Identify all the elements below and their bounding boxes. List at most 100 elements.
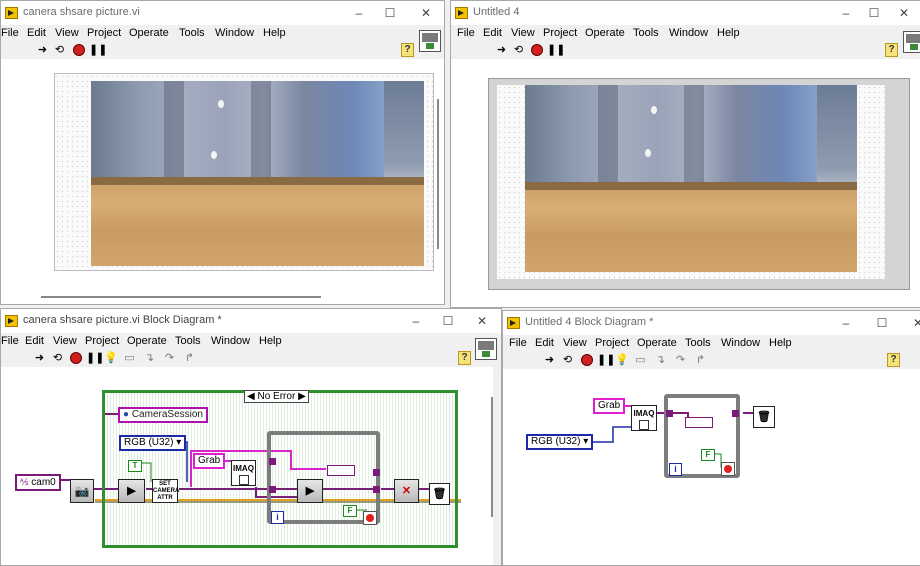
false-constant[interactable]: F: [343, 505, 357, 517]
menu-project[interactable]: Project: [543, 27, 577, 39]
menu-tools[interactable]: Tools: [179, 27, 205, 39]
grab-string-constant[interactable]: Grab: [593, 398, 626, 414]
menu-view[interactable]: View: [55, 27, 79, 39]
menu-project[interactable]: Project: [87, 27, 121, 39]
run-continuously-icon[interactable]: ⟲: [53, 44, 66, 57]
step-out-icon[interactable]: ↱: [183, 352, 196, 365]
close-icon[interactable]: ✕: [413, 3, 439, 23]
set-camera-attribute-vi[interactable]: SET CAMERA ATTR: [152, 479, 179, 503]
vertical-scrollbar[interactable]: [437, 99, 439, 249]
imaqdx-configure-grab-vi[interactable]: ▶: [118, 479, 145, 503]
abort-icon[interactable]: [72, 44, 85, 57]
imaq-create-vi[interactable]: IMAQ: [231, 460, 256, 486]
imaq-dispose-vi[interactable]: 🗑: [429, 483, 450, 505]
menu-view[interactable]: View: [511, 27, 535, 39]
highlight-execution-icon[interactable]: 💡: [104, 352, 118, 365]
run-continuously-icon[interactable]: ⟲: [561, 354, 574, 367]
camera-session-refnum[interactable]: ● CameraSession: [118, 407, 208, 423]
abort-icon[interactable]: [580, 354, 593, 367]
horizontal-scrollbar[interactable]: [41, 296, 321, 298]
maximize-icon[interactable]: ☐: [377, 3, 403, 23]
run-arrow-icon[interactable]: ➜: [495, 44, 508, 57]
minimize-icon[interactable]: –: [403, 311, 429, 331]
abort-icon[interactable]: [69, 352, 82, 365]
image-type-enum[interactable]: RGB (U32) ▾: [526, 434, 594, 450]
step-out-icon[interactable]: ↱: [694, 354, 707, 367]
close-icon[interactable]: ✕: [469, 311, 495, 331]
menu-project[interactable]: Project: [595, 337, 629, 349]
menu-view[interactable]: View: [53, 335, 77, 347]
highlight-execution-icon[interactable]: 💡: [615, 354, 629, 367]
imaq-dispose-vi[interactable]: 🗑: [753, 406, 775, 428]
menu-file[interactable]: File: [509, 337, 527, 349]
maximize-icon[interactable]: ☐: [869, 313, 895, 333]
image-indicator-terminal[interactable]: [327, 465, 355, 476]
menu-help[interactable]: Help: [717, 27, 740, 39]
menu-window[interactable]: Window: [721, 337, 760, 349]
run-continuously-icon[interactable]: ⟲: [512, 44, 525, 57]
step-over-icon[interactable]: ↷: [163, 352, 176, 365]
case-prev-icon[interactable]: ◀: [247, 391, 255, 402]
menu-help[interactable]: Help: [769, 337, 792, 349]
image-type-enum[interactable]: RGB (U32) ▾: [119, 435, 187, 451]
pause-icon[interactable]: ❚❚: [86, 352, 104, 365]
imaq-create-vi[interactable]: IMAQ: [631, 405, 657, 431]
step-into-icon[interactable]: ↴: [654, 354, 667, 367]
menu-file[interactable]: File: [1, 335, 19, 347]
menu-window[interactable]: Window: [669, 27, 708, 39]
retain-wire-values-icon[interactable]: ▭: [634, 354, 647, 367]
dropdown-arrow-icon[interactable]: ▾: [583, 436, 588, 447]
abort-icon[interactable]: [530, 44, 543, 57]
pause-icon[interactable]: ❚❚: [89, 44, 107, 57]
run-arrow-icon[interactable]: ➜: [36, 44, 49, 57]
menu-operate[interactable]: Operate: [129, 27, 169, 39]
loop-condition-terminal[interactable]: [721, 462, 735, 476]
maximize-icon[interactable]: ☐: [861, 3, 887, 23]
maximize-icon[interactable]: ☐: [435, 311, 461, 331]
menu-window[interactable]: Window: [211, 335, 250, 347]
menu-window[interactable]: Window: [215, 27, 254, 39]
run-continuously-icon[interactable]: ⟲: [51, 352, 64, 365]
context-help-icon[interactable]: ?: [885, 43, 898, 57]
menu-edit[interactable]: Edit: [483, 27, 502, 39]
menu-edit[interactable]: Edit: [27, 27, 46, 39]
step-over-icon[interactable]: ↷: [674, 354, 687, 367]
imaqdx-open-camera-vi[interactable]: 📷: [70, 479, 94, 503]
camera-name-constant[interactable]: ⅍ cam0: [15, 474, 61, 491]
close-icon[interactable]: ✕: [891, 3, 917, 23]
loop-condition-terminal[interactable]: [363, 511, 377, 525]
dropdown-arrow-icon[interactable]: ▾: [176, 437, 181, 448]
case-selector-label[interactable]: ◀ No Error ▶: [244, 390, 309, 403]
case-next-icon[interactable]: ▶: [298, 391, 306, 402]
pause-icon[interactable]: ❚❚: [597, 354, 615, 367]
pause-icon[interactable]: ❚❚: [547, 44, 565, 57]
grab-string-constant[interactable]: Grab: [193, 453, 226, 469]
menu-edit[interactable]: Edit: [25, 335, 44, 347]
false-constant[interactable]: F: [701, 449, 715, 461]
menu-tools[interactable]: Tools: [685, 337, 711, 349]
retain-wire-values-icon[interactable]: ▭: [123, 352, 136, 365]
minimize-icon[interactable]: –: [833, 3, 859, 23]
minimize-icon[interactable]: –: [833, 313, 859, 333]
close-icon[interactable]: ✕: [905, 313, 920, 333]
menu-operate[interactable]: Operate: [585, 27, 625, 39]
run-arrow-icon[interactable]: ➜: [543, 354, 556, 367]
menu-operate[interactable]: Operate: [637, 337, 677, 349]
menu-file[interactable]: File: [457, 27, 475, 39]
menu-help[interactable]: Help: [259, 335, 282, 347]
imaqdx-close-camera-vi[interactable]: ✕: [394, 479, 419, 503]
run-arrow-icon[interactable]: ➜: [33, 352, 46, 365]
menu-view[interactable]: View: [563, 337, 587, 349]
vertical-scrollbar[interactable]: [491, 397, 493, 517]
minimize-icon[interactable]: –: [346, 3, 372, 23]
step-into-icon[interactable]: ↴: [143, 352, 156, 365]
imaqdx-grab-vi[interactable]: ▶: [297, 479, 323, 503]
menu-tools[interactable]: Tools: [633, 27, 659, 39]
menu-operate[interactable]: Operate: [127, 335, 167, 347]
menu-help[interactable]: Help: [263, 27, 286, 39]
context-help-icon[interactable]: ?: [458, 351, 471, 365]
context-help-icon[interactable]: ?: [887, 353, 900, 367]
true-constant[interactable]: T: [128, 460, 142, 472]
menu-file[interactable]: File: [1, 27, 19, 39]
image-indicator-terminal[interactable]: [685, 417, 713, 428]
